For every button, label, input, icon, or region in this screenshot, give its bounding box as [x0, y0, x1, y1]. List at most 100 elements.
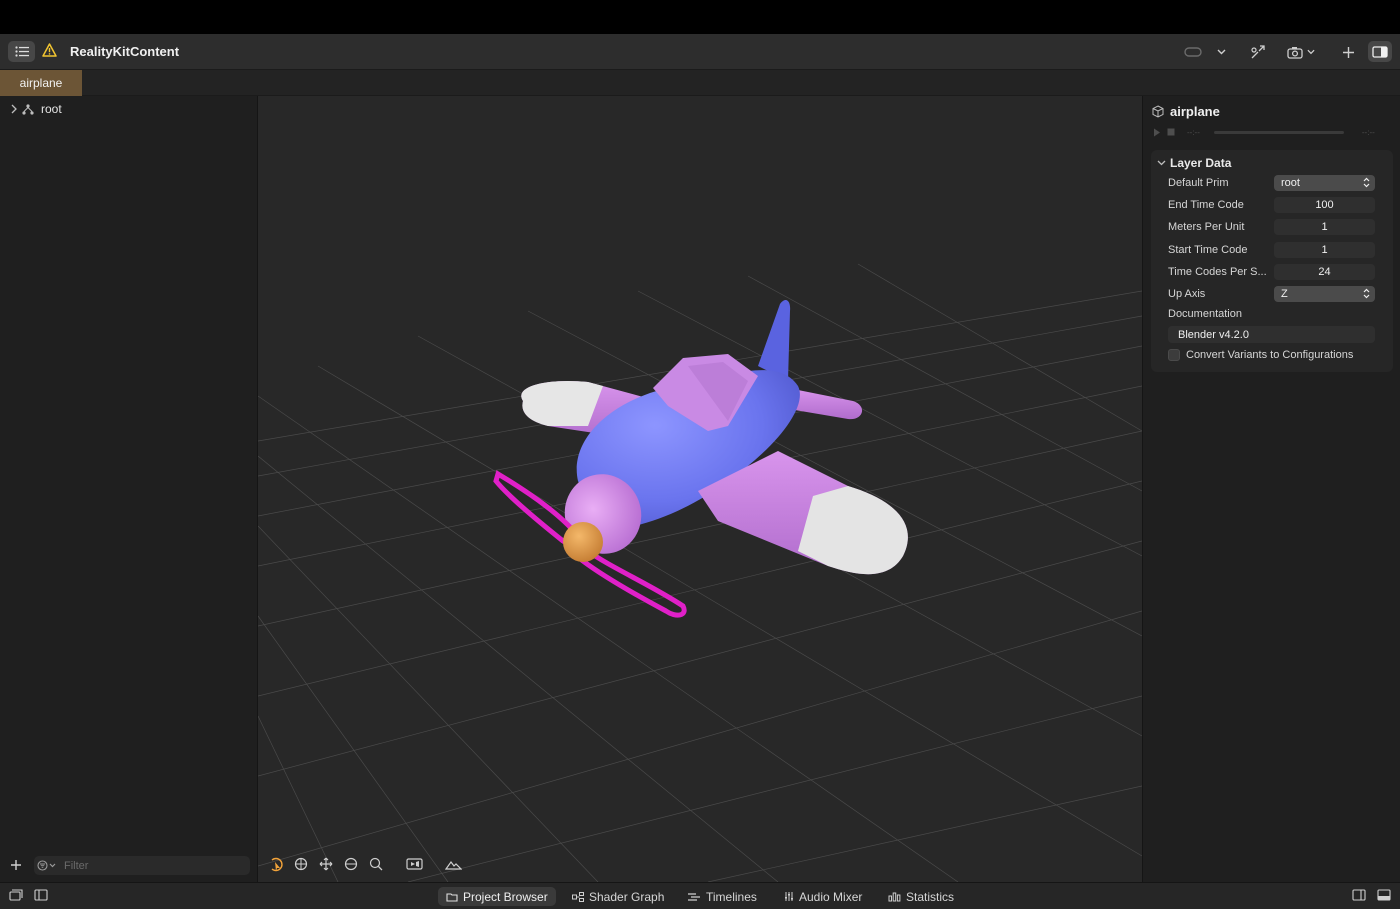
documentation-label: Documentation [1168, 308, 1242, 320]
tab-label: Project Browser [463, 889, 548, 904]
inspector-toggle-button[interactable] [1368, 41, 1392, 62]
vision-pro-button[interactable] [1183, 42, 1203, 62]
tab-label: Audio Mixer [799, 889, 863, 904]
snapshot-button[interactable] [1285, 42, 1317, 62]
layer-data-section: Layer Data Default Prim root End Time Co… [1151, 150, 1393, 372]
inspector-toggle-icon[interactable] [1352, 889, 1366, 901]
add-button[interactable] [1340, 42, 1356, 62]
time-start: --:-- [1187, 127, 1200, 137]
chevron-down-icon [1157, 160, 1166, 166]
move-tool-button[interactable] [318, 856, 334, 872]
chevron-right-icon[interactable] [10, 104, 18, 114]
environment-button[interactable] [444, 856, 462, 872]
camera-view-icon [405, 858, 423, 870]
tree-item-root[interactable]: root [10, 102, 62, 116]
scene-navigator: root Filter [0, 96, 258, 882]
inspector-title: airplane [1170, 104, 1220, 119]
tab-timelines[interactable]: Timelines [679, 887, 765, 906]
timelines-icon [688, 892, 700, 901]
environment-icon [444, 860, 462, 870]
filter-placeholder: Filter [64, 859, 89, 872]
rotate-tool-button[interactable] [293, 856, 309, 872]
camera-icon [1287, 46, 1303, 59]
rotate-tool-icon [294, 857, 308, 871]
default-prim-value: root [1281, 177, 1300, 189]
time-codes-per-second-label: Time Codes Per S... [1168, 266, 1267, 278]
start-time-code-field[interactable]: 1 [1274, 242, 1375, 258]
tab-airplane[interactable]: airplane [0, 70, 82, 96]
tab-statistics[interactable]: Statistics [880, 887, 962, 906]
tab-label: Shader Graph [589, 889, 665, 904]
timeline-scrubber[interactable] [1213, 130, 1344, 134]
hierarchy-icon [22, 103, 34, 115]
filter-options-icon[interactable] [37, 860, 57, 871]
up-axis-label: Up Axis [1168, 288, 1206, 300]
sidebar-toggle-icon [14, 46, 29, 57]
navigator-footer: Filter [0, 852, 258, 882]
time-codes-per-second-field[interactable]: 24 [1274, 264, 1375, 280]
folder-icon [446, 892, 458, 902]
airplane-model [493, 300, 908, 618]
tab-project-browser[interactable]: Project Browser [438, 887, 556, 906]
tab-label: Statistics [906, 889, 955, 904]
play-to-device-icon [1251, 45, 1265, 59]
default-prim-select[interactable]: root [1274, 175, 1375, 191]
convert-variants-label: Convert Variants to Configurations [1186, 349, 1354, 361]
tab-shader-graph[interactable]: Shader Graph [564, 887, 672, 906]
chevron-down-icon [1307, 49, 1315, 55]
select-tool-button[interactable] [268, 856, 284, 872]
stepper-icon [1363, 288, 1370, 299]
window-layout-icon[interactable] [9, 889, 23, 901]
end-time-code-label: End Time Code [1168, 199, 1244, 211]
usd-file-icon [1152, 105, 1164, 118]
play-to-device-button[interactable] [1249, 42, 1267, 62]
audio-mixer-icon [785, 892, 793, 901]
menu-bar-area [0, 0, 1400, 34]
play-icon[interactable] [1153, 128, 1161, 137]
layer-data-header[interactable]: Layer Data [1157, 156, 1231, 170]
shader-graph-icon [572, 891, 584, 902]
meters-per-unit-label: Meters Per Unit [1168, 221, 1245, 233]
start-time-code-label: Start Time Code [1168, 244, 1248, 256]
camera-view-button[interactable] [405, 856, 423, 872]
tab-audio-mixer[interactable]: Audio Mixer [776, 887, 870, 906]
default-prim-label: Default Prim [1168, 177, 1229, 189]
viewport-toolbar [268, 856, 462, 872]
up-axis-select[interactable]: Z [1274, 286, 1375, 302]
filter-field[interactable]: Filter [34, 856, 250, 875]
window-title: RealityKitContent [70, 44, 180, 59]
3d-viewport[interactable] [258, 96, 1142, 882]
inspector-panel: airplane --:-- --:-- Layer Data Default … [1142, 96, 1400, 882]
move-tool-icon [319, 857, 333, 871]
plus-icon[interactable] [10, 859, 22, 871]
up-axis-value: Z [1281, 288, 1288, 300]
navigator-toggle-icon[interactable] [34, 889, 48, 901]
statistics-icon [888, 892, 901, 901]
orbit-tool-button[interactable] [343, 856, 359, 872]
sidebar-toggle-button[interactable] [8, 41, 35, 62]
stepper-icon [1363, 177, 1370, 188]
stop-icon[interactable] [1167, 128, 1175, 136]
vision-pro-icon [1184, 47, 1202, 57]
chevron-down-icon [1217, 49, 1225, 55]
documentation-field[interactable]: Blender v4.2.0 [1168, 326, 1375, 343]
window-toolbar: RealityKitContent [0, 34, 1400, 70]
meters-per-unit-field[interactable]: 1 [1274, 219, 1375, 235]
convert-variants-row[interactable]: Convert Variants to Configurations [1168, 349, 1353, 361]
scene-render[interactable] [258, 96, 1142, 882]
orbit-tool-icon [344, 857, 358, 871]
end-time-code-field[interactable]: 100 [1274, 197, 1375, 213]
animation-playback-bar: --:-- --:-- [1153, 127, 1395, 137]
convert-variants-checkbox[interactable] [1168, 349, 1180, 361]
tree-item-label: root [41, 102, 62, 116]
bottom-panel-toggle-icon[interactable] [1377, 889, 1391, 901]
destination-dropdown[interactable] [1215, 42, 1227, 62]
warning-icon[interactable] [42, 43, 57, 57]
inspector-toggle-icon [1372, 45, 1388, 58]
plus-icon [1342, 46, 1354, 58]
section-title: Layer Data [1170, 156, 1232, 170]
zoom-tool-icon [369, 857, 383, 871]
document-tab-bar: airplane [0, 70, 1400, 96]
select-tool-icon [271, 857, 283, 871]
zoom-tool-button[interactable] [368, 856, 384, 872]
